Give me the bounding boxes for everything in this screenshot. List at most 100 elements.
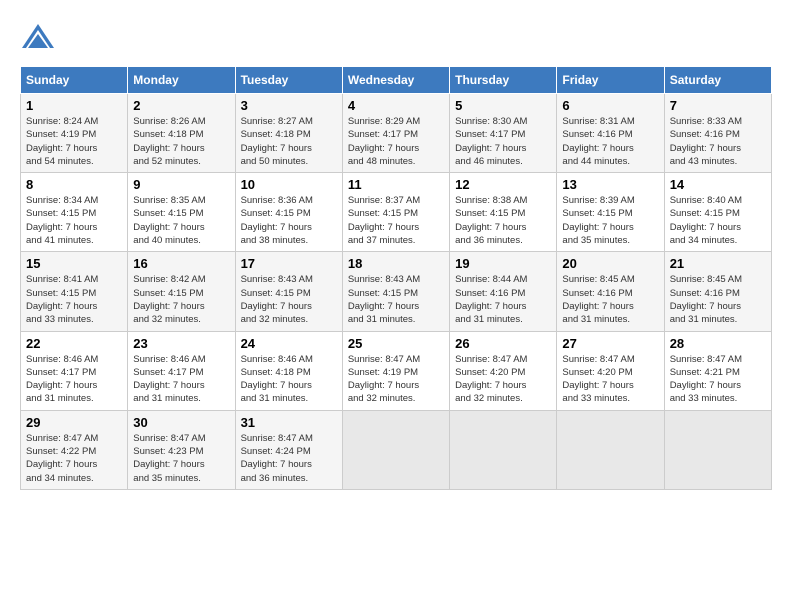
week-row-3: 15Sunrise: 8:41 AMSunset: 4:15 PMDayligh… xyxy=(21,252,772,331)
calendar-cell: 5 Sunrise: 8:30 AMSunset: 4:17 PMDaylight… xyxy=(450,94,557,173)
day-info: Sunrise: 8:47 AMSunset: 4:19 PMDaylight:… xyxy=(348,353,444,406)
calendar-cell: 17 Sunrise: 8:43 AMSunset: 4:15 PMDayligh… xyxy=(235,252,342,331)
calendar-cell: 30 Sunrise: 8:47 AMSunset: 4:23 PMDayligh… xyxy=(128,410,235,489)
calendar-cell: 15Sunrise: 8:41 AMSunset: 4:15 PMDayligh… xyxy=(21,252,128,331)
calendar-cell: 3 Sunrise: 8:27 AMSunset: 4:18 PMDaylight… xyxy=(235,94,342,173)
day-info: Sunrise: 8:45 AMSunset: 4:16 PMDaylight:… xyxy=(670,273,766,326)
logo-icon xyxy=(20,20,56,56)
day-number: 25 xyxy=(348,336,444,351)
calendar-cell: 7 Sunrise: 8:33 AMSunset: 4:16 PMDaylight… xyxy=(664,94,771,173)
calendar-cell: 23 Sunrise: 8:46 AMSunset: 4:17 PMDayligh… xyxy=(128,331,235,410)
day-number: 7 xyxy=(670,98,766,113)
calendar-cell: 21 Sunrise: 8:45 AMSunset: 4:16 PMDayligh… xyxy=(664,252,771,331)
day-number: 24 xyxy=(241,336,337,351)
day-info: Sunrise: 8:47 AMSunset: 4:20 PMDaylight:… xyxy=(562,353,658,406)
day-info: Sunrise: 8:47 AMSunset: 4:23 PMDaylight:… xyxy=(133,432,229,485)
calendar-cell: 28 Sunrise: 8:47 AMSunset: 4:21 PMDayligh… xyxy=(664,331,771,410)
calendar-cell: 25 Sunrise: 8:47 AMSunset: 4:19 PMDayligh… xyxy=(342,331,449,410)
day-number: 4 xyxy=(348,98,444,113)
day-info: Sunrise: 8:33 AMSunset: 4:16 PMDaylight:… xyxy=(670,115,766,168)
week-row-4: 22 Sunrise: 8:46 AMSunset: 4:17 PMDayligh… xyxy=(21,331,772,410)
logo xyxy=(20,20,60,56)
day-number: 14 xyxy=(670,177,766,192)
header xyxy=(20,20,772,56)
calendar-cell: 12 Sunrise: 8:38 AMSunset: 4:15 PMDayligh… xyxy=(450,173,557,252)
col-header-thursday: Thursday xyxy=(450,67,557,94)
calendar-cell: 13 Sunrise: 8:39 AMSunset: 4:15 PMDayligh… xyxy=(557,173,664,252)
day-info: Sunrise: 8:46 AMSunset: 4:17 PMDaylight:… xyxy=(26,353,122,406)
day-number: 29 xyxy=(26,415,122,430)
calendar-cell: 31 Sunrise: 8:47 AMSunset: 4:24 PMDayligh… xyxy=(235,410,342,489)
day-info: Sunrise: 8:47 AMSunset: 4:21 PMDaylight:… xyxy=(670,353,766,406)
day-number: 21 xyxy=(670,256,766,271)
day-number: 17 xyxy=(241,256,337,271)
day-info: Sunrise: 8:24 AMSunset: 4:19 PMDaylight:… xyxy=(26,115,122,168)
day-number: 9 xyxy=(133,177,229,192)
day-number: 20 xyxy=(562,256,658,271)
day-number: 11 xyxy=(348,177,444,192)
calendar-cell xyxy=(342,410,449,489)
week-row-1: 1 Sunrise: 8:24 AMSunset: 4:19 PMDaylight… xyxy=(21,94,772,173)
day-number: 19 xyxy=(455,256,551,271)
day-number: 31 xyxy=(241,415,337,430)
col-header-tuesday: Tuesday xyxy=(235,67,342,94)
day-info: Sunrise: 8:46 AMSunset: 4:18 PMDaylight:… xyxy=(241,353,337,406)
calendar-cell: 18Sunrise: 8:43 AMSunset: 4:15 PMDayligh… xyxy=(342,252,449,331)
day-number: 23 xyxy=(133,336,229,351)
day-number: 30 xyxy=(133,415,229,430)
calendar-table: SundayMondayTuesdayWednesdayThursdayFrid… xyxy=(20,66,772,490)
calendar-cell: 9 Sunrise: 8:35 AMSunset: 4:15 PMDaylight… xyxy=(128,173,235,252)
calendar-cell: 29 Sunrise: 8:47 AMSunset: 4:22 PMDayligh… xyxy=(21,410,128,489)
day-info: Sunrise: 8:40 AMSunset: 4:15 PMDaylight:… xyxy=(670,194,766,247)
day-info: Sunrise: 8:46 AMSunset: 4:17 PMDaylight:… xyxy=(133,353,229,406)
day-info: Sunrise: 8:43 AMSunset: 4:15 PMDaylight:… xyxy=(241,273,337,326)
calendar-cell: 10 Sunrise: 8:36 AMSunset: 4:15 PMDayligh… xyxy=(235,173,342,252)
calendar-cell xyxy=(664,410,771,489)
day-number: 10 xyxy=(241,177,337,192)
day-number: 5 xyxy=(455,98,551,113)
calendar-cell: 1 Sunrise: 8:24 AMSunset: 4:19 PMDaylight… xyxy=(21,94,128,173)
calendar-cell: 11 Sunrise: 8:37 AMSunset: 4:15 PMDayligh… xyxy=(342,173,449,252)
week-row-2: 8Sunrise: 8:34 AMSunset: 4:15 PMDaylight… xyxy=(21,173,772,252)
calendar-cell: 2 Sunrise: 8:26 AMSunset: 4:18 PMDaylight… xyxy=(128,94,235,173)
day-number: 16 xyxy=(133,256,229,271)
calendar-cell: 22 Sunrise: 8:46 AMSunset: 4:17 PMDayligh… xyxy=(21,331,128,410)
day-info: Sunrise: 8:30 AMSunset: 4:17 PMDaylight:… xyxy=(455,115,551,168)
calendar-cell: 24 Sunrise: 8:46 AMSunset: 4:18 PMDayligh… xyxy=(235,331,342,410)
calendar-cell: 26Sunrise: 8:47 AMSunset: 4:20 PMDayligh… xyxy=(450,331,557,410)
day-number: 27 xyxy=(562,336,658,351)
day-number: 22 xyxy=(26,336,122,351)
header-row: SundayMondayTuesdayWednesdayThursdayFrid… xyxy=(21,67,772,94)
day-info: Sunrise: 8:39 AMSunset: 4:15 PMDaylight:… xyxy=(562,194,658,247)
day-info: Sunrise: 8:26 AMSunset: 4:18 PMDaylight:… xyxy=(133,115,229,168)
day-info: Sunrise: 8:36 AMSunset: 4:15 PMDaylight:… xyxy=(241,194,337,247)
day-number: 28 xyxy=(670,336,766,351)
day-number: 15 xyxy=(26,256,122,271)
day-info: Sunrise: 8:42 AMSunset: 4:15 PMDaylight:… xyxy=(133,273,229,326)
day-info: Sunrise: 8:34 AMSunset: 4:15 PMDaylight:… xyxy=(26,194,122,247)
day-info: Sunrise: 8:35 AMSunset: 4:15 PMDaylight:… xyxy=(133,194,229,247)
calendar-cell xyxy=(557,410,664,489)
day-info: Sunrise: 8:31 AMSunset: 4:16 PMDaylight:… xyxy=(562,115,658,168)
day-number: 6 xyxy=(562,98,658,113)
day-info: Sunrise: 8:47 AMSunset: 4:24 PMDaylight:… xyxy=(241,432,337,485)
day-number: 13 xyxy=(562,177,658,192)
calendar-cell xyxy=(450,410,557,489)
calendar-cell: 6 Sunrise: 8:31 AMSunset: 4:16 PMDaylight… xyxy=(557,94,664,173)
day-info: Sunrise: 8:43 AMSunset: 4:15 PMDaylight:… xyxy=(348,273,444,326)
day-number: 12 xyxy=(455,177,551,192)
day-number: 26 xyxy=(455,336,551,351)
day-number: 1 xyxy=(26,98,122,113)
col-header-friday: Friday xyxy=(557,67,664,94)
col-header-sunday: Sunday xyxy=(21,67,128,94)
day-number: 3 xyxy=(241,98,337,113)
calendar-cell: 20 Sunrise: 8:45 AMSunset: 4:16 PMDayligh… xyxy=(557,252,664,331)
day-info: Sunrise: 8:47 AMSunset: 4:22 PMDaylight:… xyxy=(26,432,122,485)
day-info: Sunrise: 8:38 AMSunset: 4:15 PMDaylight:… xyxy=(455,194,551,247)
day-info: Sunrise: 8:29 AMSunset: 4:17 PMDaylight:… xyxy=(348,115,444,168)
day-info: Sunrise: 8:37 AMSunset: 4:15 PMDaylight:… xyxy=(348,194,444,247)
day-number: 2 xyxy=(133,98,229,113)
day-info: Sunrise: 8:27 AMSunset: 4:18 PMDaylight:… xyxy=(241,115,337,168)
day-info: Sunrise: 8:44 AMSunset: 4:16 PMDaylight:… xyxy=(455,273,551,326)
day-info: Sunrise: 8:45 AMSunset: 4:16 PMDaylight:… xyxy=(562,273,658,326)
